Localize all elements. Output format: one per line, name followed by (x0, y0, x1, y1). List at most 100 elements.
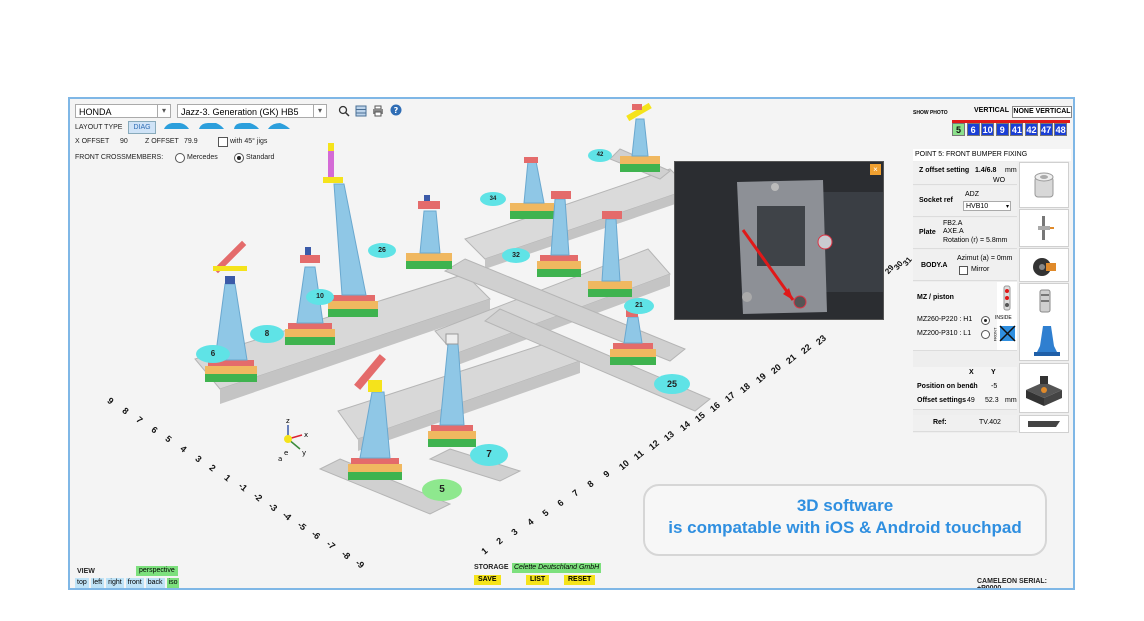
view-top-button[interactable]: top (75, 578, 89, 588)
none-vertical-label: NONE VERTICAL (1012, 106, 1072, 118)
col-y-header: Y (991, 369, 996, 376)
offset-x: 49 (967, 397, 975, 404)
position-on-bench-label: Position on bench (917, 383, 978, 390)
point-tab-10[interactable]: 10 (981, 123, 995, 136)
bench-block-icon (1026, 376, 1062, 406)
point-photo-popup: × (674, 161, 884, 320)
save-button[interactable]: SAVE (474, 575, 501, 585)
plate-line1: FB2.A (943, 220, 963, 227)
offset-settings-label: Offset settings (917, 397, 967, 404)
mz-option-1-radio[interactable] (981, 316, 990, 325)
view-label: VIEW (77, 568, 95, 575)
view-iso-button[interactable]: iso (166, 578, 180, 588)
point-tab-9[interactable]: 9 (995, 123, 1009, 136)
plate-row: Plate FB2.A AXE.A Rotation (r) = 5.8mm (913, 218, 1017, 249)
perspective-button[interactable]: perspective (136, 566, 178, 576)
scene-label[interactable]: 32 (502, 248, 530, 263)
show-photo-link[interactable]: SHOW PHOTO (913, 110, 948, 116)
orientation-box: INSIDE FRONT (992, 282, 1017, 350)
storage-label: STORAGE (474, 564, 509, 571)
point-photo (675, 162, 883, 319)
scene-label[interactable]: 26 (368, 243, 396, 258)
plate-line2: AXE.A (943, 228, 964, 235)
scene-label[interactable]: 25 (654, 374, 690, 394)
svg-text:x: x (304, 431, 308, 439)
serial-number: CAMELEON SERIAL: +P0000 (977, 578, 1047, 590)
mz-piston-label: MZ / piston (917, 294, 954, 301)
point-title: POINT 5: FRONT BUMPER FIXING (913, 149, 1071, 161)
thumb-bench-block[interactable] (1019, 363, 1069, 413)
point-tab-47[interactable]: 47 (1039, 123, 1053, 136)
point-tab-41[interactable]: 41 (1010, 123, 1024, 136)
z-offset-wo: WO (993, 177, 1006, 184)
point-tab-42[interactable]: 42 (1025, 123, 1038, 136)
mz-option-2-label: MZ200-P310 : L1 (917, 330, 972, 337)
socket-icon (1034, 172, 1054, 198)
svg-text:e: e (284, 449, 288, 457)
chevron-down-icon: ▾ (1005, 204, 1009, 210)
banner-line-2: is compatable with iOS & Android touchpa… (668, 518, 1022, 537)
view-back-button[interactable]: back (145, 578, 165, 588)
ref-label: Ref: (933, 419, 947, 426)
svg-text:a: a (278, 455, 282, 463)
front-label: FRONT (992, 327, 998, 342)
offset-y: 52.3 (985, 397, 999, 404)
vertical-label: VERTICAL (974, 107, 1009, 114)
view-right-button[interactable]: right (106, 578, 124, 588)
ref-row: Ref: TV.402 (913, 415, 1017, 432)
scene-label[interactable]: 34 (480, 192, 506, 206)
thumb-ref[interactable] (1019, 415, 1069, 433)
mz-piston-row: MZ / piston MZ260-P220 : H1 MZ200-P310 :… (913, 282, 1017, 351)
storage-value[interactable]: Celette Deutschland GmbH (512, 563, 602, 573)
z-offset-row: Z offset setting 1.4/6.8 mm WO (913, 162, 1017, 185)
mirror-label: Mirror (971, 266, 990, 273)
position-x: 1 (970, 383, 974, 390)
scene-label[interactable]: 5 (422, 479, 462, 501)
piston-icon (1034, 289, 1060, 356)
ref-value: TV.402 (979, 419, 1001, 426)
plate-icon (1038, 216, 1054, 240)
point-details-panel: POINT 5: FRONT BUMPER FIXING Z offset se… (913, 149, 1071, 433)
socket-ref-value: HVB10 (966, 203, 989, 210)
socket-ref-line1: ADZ (965, 191, 979, 198)
reset-button[interactable]: RESET (564, 575, 596, 585)
close-icon[interactable]: × (870, 164, 881, 175)
body-label: BODY.A (921, 262, 948, 269)
col-x-header: X (969, 369, 974, 376)
body-fixture-icon (1033, 258, 1056, 276)
mz-option-1-label: MZ260-P220 : H1 (917, 316, 973, 323)
scene-label[interactable]: 10 (306, 289, 334, 305)
position-y: -5 (991, 383, 998, 390)
view-left-button[interactable]: left (90, 578, 105, 588)
list-button[interactable]: LIST (526, 575, 550, 585)
view-buttons: top left right front back iso (75, 578, 180, 588)
point-tab-5[interactable]: 5 (952, 123, 965, 136)
scene-label[interactable]: 8 (250, 325, 284, 343)
scene-label[interactable]: 7 (470, 444, 508, 466)
socket-ref-select[interactable]: HVB10 ▾ (963, 201, 1011, 211)
z-offset-setting-label: Z offset setting (919, 167, 970, 174)
thumb-piston[interactable] (1019, 283, 1069, 361)
point-tab-6[interactable]: 6 (966, 123, 980, 136)
thumb-socket[interactable] (1019, 162, 1069, 208)
app-window: HONDA ▾ Jazz-3. Generation (GK) HB5 ▾ ? … (68, 97, 1075, 590)
scene-label[interactable]: 6 (196, 345, 230, 363)
socket-ref-label: Socket ref (919, 197, 953, 204)
view-front-button[interactable]: front (125, 578, 144, 588)
z-offset-unit: mm (1005, 167, 1017, 174)
mirror-checkbox[interactable] (959, 266, 968, 275)
thumb-plate[interactable] (1019, 209, 1069, 247)
thumb-body[interactable] (1019, 248, 1069, 282)
scene-label[interactable]: 21 (624, 298, 654, 314)
point-tab-48[interactable]: 48 (1054, 123, 1068, 136)
socket-ref-row: Socket ref ADZ HVB10 ▾ (913, 186, 1017, 217)
z-offset-setting-value: 1.4/6.8 (975, 167, 997, 174)
azimut-text: Azimut (a) = 0mm (957, 255, 1013, 262)
inside-label: INSIDE (995, 315, 1012, 321)
scene-label[interactable]: 42 (588, 149, 612, 162)
svg-text:y: y (302, 449, 306, 457)
axis-triad: z x y a e (278, 417, 308, 463)
position-row: X Y Position on bench 1 -5 Offset settin… (913, 367, 1017, 410)
jig-tower (406, 195, 452, 269)
mz-option-2-radio[interactable] (981, 330, 990, 339)
